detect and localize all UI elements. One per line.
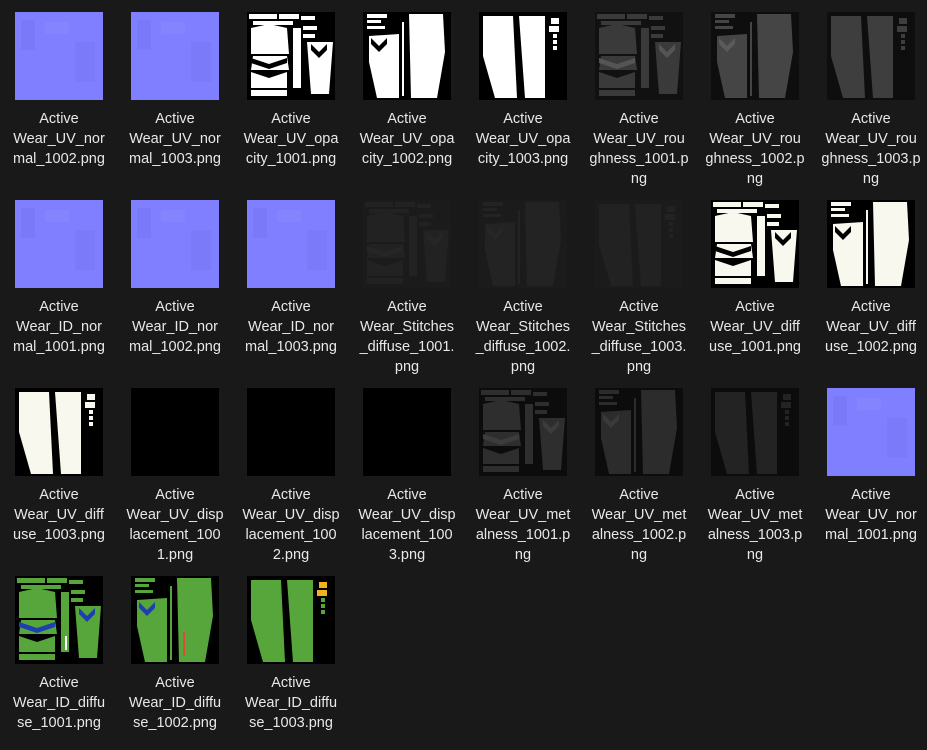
- file-thumbnail: [595, 200, 683, 288]
- file-name-label: Active Wear_UV_opa city_1003.png: [475, 111, 571, 167]
- file-item[interactable]: Active Wear_Stitches _diffuse_1003. png: [581, 190, 697, 378]
- file-thumbnail: [247, 12, 335, 100]
- file-item[interactable]: Active Wear_Stitches _diffuse_1001. png: [349, 190, 465, 378]
- file-item[interactable]: Active Wear_UV_opa city_1003.png: [465, 2, 581, 190]
- file-item[interactable]: Active Wear_UV_nor mal_1001.png: [813, 378, 927, 566]
- file-item[interactable]: Active Wear_ID_diffu se_1001.png: [1, 566, 117, 750]
- file-name-label: Active Wear_UV_nor mal_1002.png: [13, 111, 105, 167]
- file-item[interactable]: Active Wear_UV_opa city_1001.png: [233, 2, 349, 190]
- file-item[interactable]: Active Wear_UV_disp lacement_100 2.png: [233, 378, 349, 566]
- file-thumbnail: [363, 200, 451, 288]
- file-item[interactable]: Active Wear_UV_met alness_1002.p ng: [581, 378, 697, 566]
- file-item[interactable]: Active Wear_UV_rou ghness_1003.p ng: [813, 2, 927, 190]
- file-item[interactable]: Active Wear_UV_nor mal_1002.png: [1, 2, 117, 190]
- file-item[interactable]: Active Wear_UV_rou ghness_1001.p ng: [581, 2, 697, 190]
- file-thumbnail: [15, 576, 103, 664]
- file-thumbnail: [131, 576, 219, 664]
- file-item[interactable]: Active Wear_UV_diff use_1001.png: [697, 190, 813, 378]
- file-item[interactable]: Active Wear_UV_disp lacement_100 1.png: [117, 378, 233, 566]
- file-name-label: Active Wear_UV_disp lacement_100 3.png: [358, 487, 456, 563]
- file-thumbnail: [479, 12, 567, 100]
- file-name-label: Active Wear_Stitches _diffuse_1001. png: [359, 299, 455, 375]
- file-thumbnail: [15, 200, 103, 288]
- file-name-label: Active Wear_UV_diff use_1003.png: [13, 487, 105, 543]
- file-thumbnail: [711, 200, 799, 288]
- file-name-label: Active Wear_ID_diffu se_1003.png: [244, 675, 338, 731]
- file-thumbnail: [15, 388, 103, 476]
- file-thumbnail: [363, 388, 451, 476]
- file-name-label: Active Wear_UV_met alness_1003.p ng: [707, 487, 803, 563]
- file-name-label: Active Wear_UV_disp lacement_100 2.png: [242, 487, 340, 563]
- file-name-label: Active Wear_UV_rou ghness_1002.p ng: [705, 111, 805, 187]
- file-thumbnail: [827, 12, 915, 100]
- file-item[interactable]: Active Wear_UV_met alness_1001.p ng: [465, 378, 581, 566]
- file-name-label: Active Wear_UV_disp lacement_100 1.png: [126, 487, 224, 563]
- file-name-label: Active Wear_UV_rou ghness_1001.p ng: [589, 111, 689, 187]
- file-thumbnail: [711, 12, 799, 100]
- file-item[interactable]: Active Wear_UV_diff use_1003.png: [1, 378, 117, 566]
- file-name-label: Active Wear_UV_nor mal_1001.png: [825, 487, 917, 543]
- file-thumbnail: [595, 388, 683, 476]
- file-thumbnail: [827, 388, 915, 476]
- file-item[interactable]: Active Wear_ID_nor mal_1001.png: [1, 190, 117, 378]
- file-thumbnail: [247, 200, 335, 288]
- file-item[interactable]: Active Wear_UV_disp lacement_100 3.png: [349, 378, 465, 566]
- file-thumbnail: [131, 388, 219, 476]
- file-thumbnail: [131, 12, 219, 100]
- file-item[interactable]: Active Wear_UV_opa city_1002.png: [349, 2, 465, 190]
- file-thumbnail: [247, 576, 335, 664]
- file-name-label: Active Wear_ID_nor mal_1003.png: [245, 299, 337, 355]
- file-item[interactable]: Active Wear_UV_met alness_1003.p ng: [697, 378, 813, 566]
- file-name-label: Active Wear_UV_rou ghness_1003.p ng: [821, 111, 921, 187]
- file-thumbnail: [479, 200, 567, 288]
- file-name-label: Active Wear_UV_opa city_1002.png: [359, 111, 455, 167]
- file-name-label: Active Wear_ID_diffu se_1002.png: [128, 675, 222, 731]
- file-thumbnail: [711, 388, 799, 476]
- file-item[interactable]: Active Wear_Stitches _diffuse_1002. png: [465, 190, 581, 378]
- file-name-label: Active Wear_ID_nor mal_1001.png: [13, 299, 105, 355]
- file-item[interactable]: Active Wear_ID_nor mal_1002.png: [117, 190, 233, 378]
- file-thumbnail: [131, 200, 219, 288]
- file-thumbnail: [15, 12, 103, 100]
- file-name-label: Active Wear_UV_nor mal_1003.png: [129, 111, 221, 167]
- file-item[interactable]: Active Wear_ID_diffu se_1003.png: [233, 566, 349, 750]
- file-item[interactable]: Active Wear_UV_nor mal_1003.png: [117, 2, 233, 190]
- file-name-label: Active Wear_UV_opa city_1001.png: [243, 111, 339, 167]
- file-name-label: Active Wear_UV_met alness_1001.p ng: [475, 487, 571, 563]
- file-name-label: Active Wear_ID_diffu se_1001.png: [12, 675, 106, 731]
- file-name-label: Active Wear_UV_diff use_1001.png: [709, 299, 801, 355]
- file-name-label: Active Wear_UV_met alness_1002.p ng: [591, 487, 687, 563]
- file-item[interactable]: Active Wear_ID_nor mal_1003.png: [233, 190, 349, 378]
- file-name-label: Active Wear_Stitches _diffuse_1002. png: [475, 299, 571, 375]
- file-thumbnail: [827, 200, 915, 288]
- file-item[interactable]: Active Wear_UV_diff use_1002.png: [813, 190, 927, 378]
- file-item[interactable]: Active Wear_ID_diffu se_1002.png: [117, 566, 233, 750]
- file-item[interactable]: Active Wear_UV_rou ghness_1002.p ng: [697, 2, 813, 190]
- file-grid: Active Wear_UV_nor mal_1002.png Active We…: [0, 0, 927, 750]
- file-thumbnail: [595, 12, 683, 100]
- file-thumbnail: [479, 388, 567, 476]
- file-thumbnail: [247, 388, 335, 476]
- file-name-label: Active Wear_UV_diff use_1002.png: [825, 299, 917, 355]
- file-name-label: Active Wear_ID_nor mal_1002.png: [129, 299, 221, 355]
- file-name-label: Active Wear_Stitches _diffuse_1003. png: [591, 299, 687, 375]
- file-thumbnail: [363, 12, 451, 100]
